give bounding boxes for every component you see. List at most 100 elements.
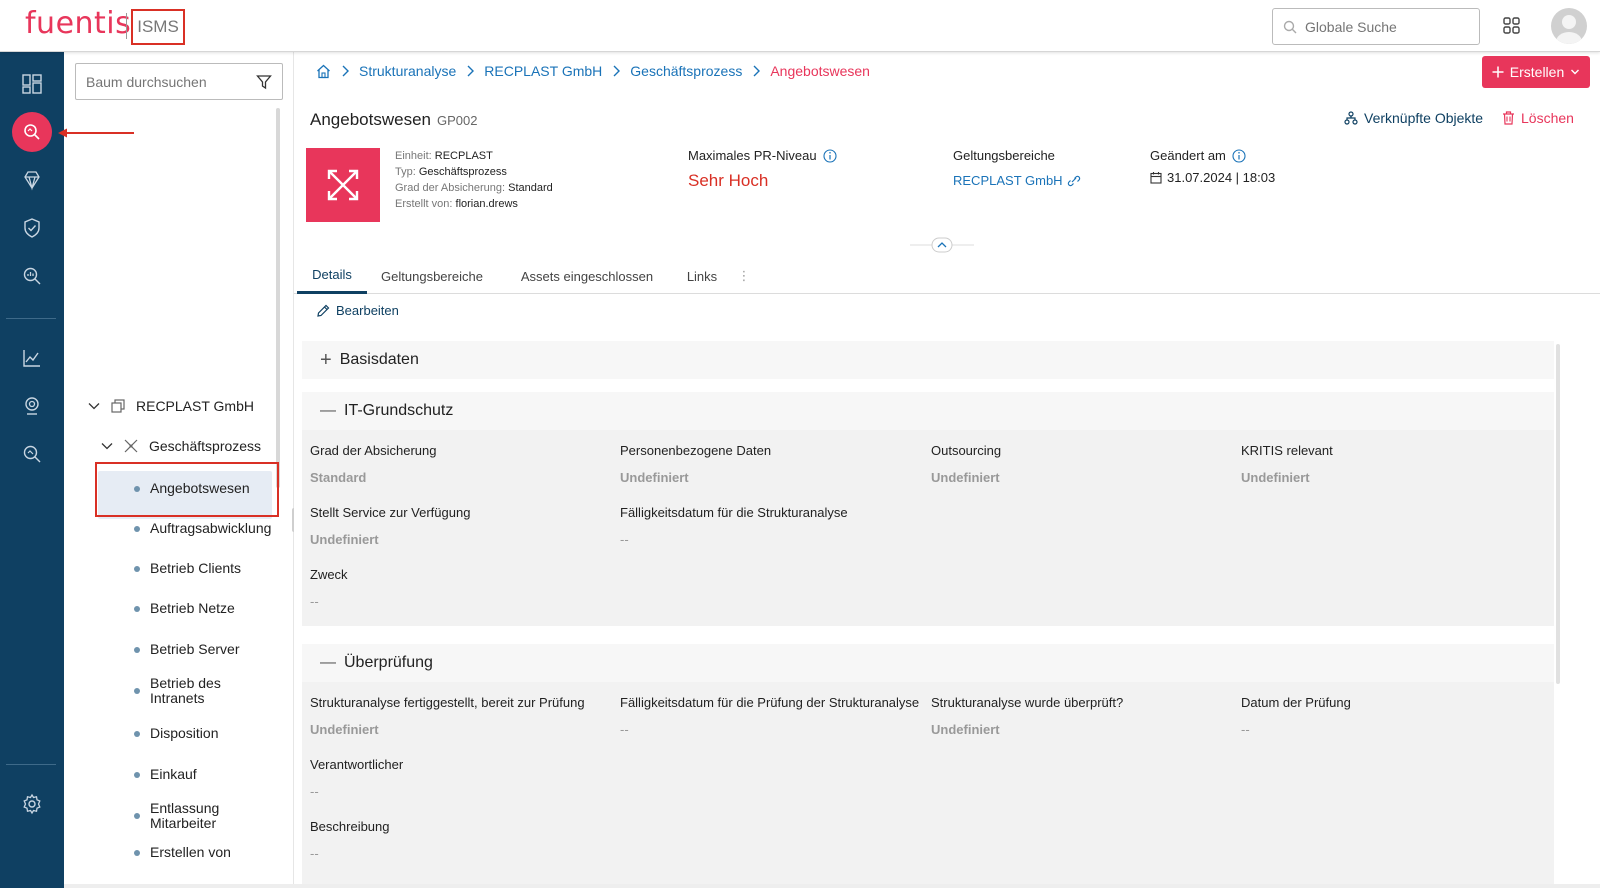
- rail-protection[interactable]: [12, 208, 52, 248]
- section-it-grundschutz[interactable]: — IT-Grundschutz: [302, 392, 1554, 430]
- rail-dashboard[interactable]: [12, 64, 52, 104]
- tree-node-group[interactable]: Geschäftsprozess: [101, 438, 261, 454]
- field-value: Undefiniert: [310, 722, 379, 737]
- annotation-highlight-box: [95, 462, 279, 517]
- filter-icon[interactable]: [256, 74, 272, 90]
- rail-audit[interactable]: [12, 386, 52, 426]
- page-title: Angebotswesen GP002: [310, 110, 477, 130]
- meta-value: florian.drews: [455, 198, 518, 210]
- tree-search[interactable]: [75, 63, 283, 100]
- tree-item[interactable]: Betrieb Netze: [134, 601, 235, 616]
- tab-assets[interactable]: Assets eingeschlossen: [502, 258, 672, 294]
- tree-item[interactable]: Einkauf: [134, 767, 197, 782]
- tree-item-label: Betrieb des Intranets: [150, 675, 221, 706]
- audit-icon: [25, 397, 39, 415]
- collapse-header-button[interactable]: [910, 237, 974, 253]
- scope-link[interactable]: RECPLAST GmbH: [953, 173, 1081, 188]
- global-search[interactable]: [1272, 8, 1480, 45]
- search-analysis-icon: [24, 124, 40, 140]
- breadcrumb-link[interactable]: Strukturanalyse: [359, 63, 456, 79]
- edit-label: Bearbeiten: [336, 303, 399, 318]
- logo-divider: [126, 13, 127, 39]
- field-label: Fälligkeitsdatum für die Prüfung der Str…: [620, 695, 920, 710]
- breadcrumb-link[interactable]: RECPLAST GmbH: [484, 63, 602, 79]
- changed-value: 31.07.2024 | 18:03: [1150, 170, 1275, 185]
- main-scrollbar[interactable]: [1556, 344, 1560, 684]
- delete-label: Löschen: [1521, 110, 1574, 126]
- chevron-down-icon[interactable]: [101, 440, 113, 452]
- field-label: Beschreibung: [310, 819, 390, 834]
- more-tabs-icon[interactable]: ⋮: [734, 258, 754, 294]
- tree-scrollbar[interactable]: [276, 108, 280, 488]
- breadcrumb: Strukturanalyse RECPLAST GmbH Geschäftsp…: [316, 63, 870, 79]
- edit-button[interactable]: Bearbeiten: [316, 303, 399, 318]
- tree-node-root[interactable]: RECPLAST GmbH: [88, 398, 254, 414]
- field-value: --: [310, 846, 319, 861]
- scope-label-text: Geltungsbereiche: [953, 148, 1055, 163]
- tab-scopes[interactable]: Geltungsbereiche: [372, 258, 492, 294]
- calendar-icon: [1150, 172, 1162, 184]
- avatar[interactable]: [1551, 8, 1587, 44]
- tree-item[interactable]: Erstellen von: [134, 845, 231, 860]
- field-label: Zweck: [310, 567, 348, 582]
- organization-icon: [111, 399, 125, 413]
- home-icon[interactable]: [316, 64, 331, 79]
- section-basisdaten[interactable]: + Basisdaten: [302, 341, 1554, 379]
- hierarchy-icon: [1344, 111, 1358, 125]
- bullet-icon: [134, 646, 140, 653]
- field-value: Undefiniert: [620, 470, 689, 485]
- top-bar: fuentis ISMS: [0, 0, 1600, 52]
- apps-grid-icon[interactable]: [1502, 16, 1522, 36]
- section-title: Überprüfung: [344, 654, 433, 671]
- global-search-input[interactable]: [1305, 18, 1465, 35]
- rail-search-docs[interactable]: [12, 434, 52, 474]
- tab-links[interactable]: Links: [674, 258, 730, 294]
- tree-item-label: Entlassung Mitarbeiter: [150, 800, 220, 831]
- tree-item[interactable]: Disposition: [134, 726, 218, 741]
- settings-icon: [23, 793, 41, 815]
- logo[interactable]: fuentis: [25, 6, 131, 41]
- rail-reports[interactable]: [12, 338, 52, 378]
- chevron-down-icon[interactable]: [88, 400, 100, 412]
- object-type-tile: [306, 148, 380, 222]
- changed-label: Geändert am: [1150, 148, 1246, 163]
- tree-item[interactable]: Betrieb Clients: [134, 561, 241, 576]
- rail-structure-analysis[interactable]: [12, 112, 52, 152]
- collapse-icon: —: [320, 654, 336, 671]
- create-button[interactable]: Erstellen: [1482, 56, 1590, 88]
- field-value: Undefiniert: [931, 470, 1000, 485]
- tree-item[interactable]: Auftragsabwicklung: [134, 521, 271, 536]
- section-ueberpruefung[interactable]: — Überprüfung: [302, 644, 1554, 682]
- field-value: --: [310, 784, 319, 799]
- process-icon: [124, 439, 138, 453]
- rail-settings[interactable]: [12, 784, 52, 824]
- tab-details[interactable]: Details: [297, 258, 367, 294]
- field-label: Verantwortlicher: [310, 757, 404, 772]
- create-button-label: Erstellen: [1509, 64, 1565, 80]
- rail-assets[interactable]: [12, 160, 52, 200]
- tree-item[interactable]: Betrieb Server: [134, 642, 239, 657]
- meta-label: Einheit:: [395, 150, 432, 162]
- field-label: Strukturanalyse fertiggestellt, bereit z…: [310, 695, 585, 710]
- field-value: --: [620, 722, 629, 737]
- tree-search-input[interactable]: [86, 73, 246, 90]
- tree-item[interactable]: Betrieb des Intranets: [134, 676, 244, 706]
- info-icon[interactable]: [823, 148, 837, 163]
- field-label: Fälligkeitsdatum für die Strukturanalyse: [620, 505, 848, 520]
- linked-objects-label: Verknüpfte Objekte: [1364, 110, 1484, 126]
- breadcrumb-link[interactable]: Geschäftsprozess: [630, 63, 742, 79]
- breadcrumb-current: Angebotswesen: [770, 63, 870, 79]
- diamond-icon: [24, 171, 40, 191]
- linked-objects-button[interactable]: Verknüpfte Objekte: [1344, 110, 1483, 126]
- object-code: GP002: [436, 113, 478, 128]
- field-value: Undefiniert: [1241, 470, 1310, 485]
- product-name: ISMS: [131, 9, 185, 45]
- bullet-icon: [134, 688, 140, 694]
- rail-divider: [6, 764, 56, 765]
- analysis-icon: [23, 267, 41, 285]
- rail-analysis[interactable]: [12, 256, 52, 296]
- info-icon[interactable]: [1232, 148, 1246, 163]
- tree-item[interactable]: Entlassung Mitarbeiter: [134, 801, 234, 831]
- delete-button[interactable]: Löschen: [1502, 110, 1574, 126]
- chevron-right-icon: [613, 65, 621, 77]
